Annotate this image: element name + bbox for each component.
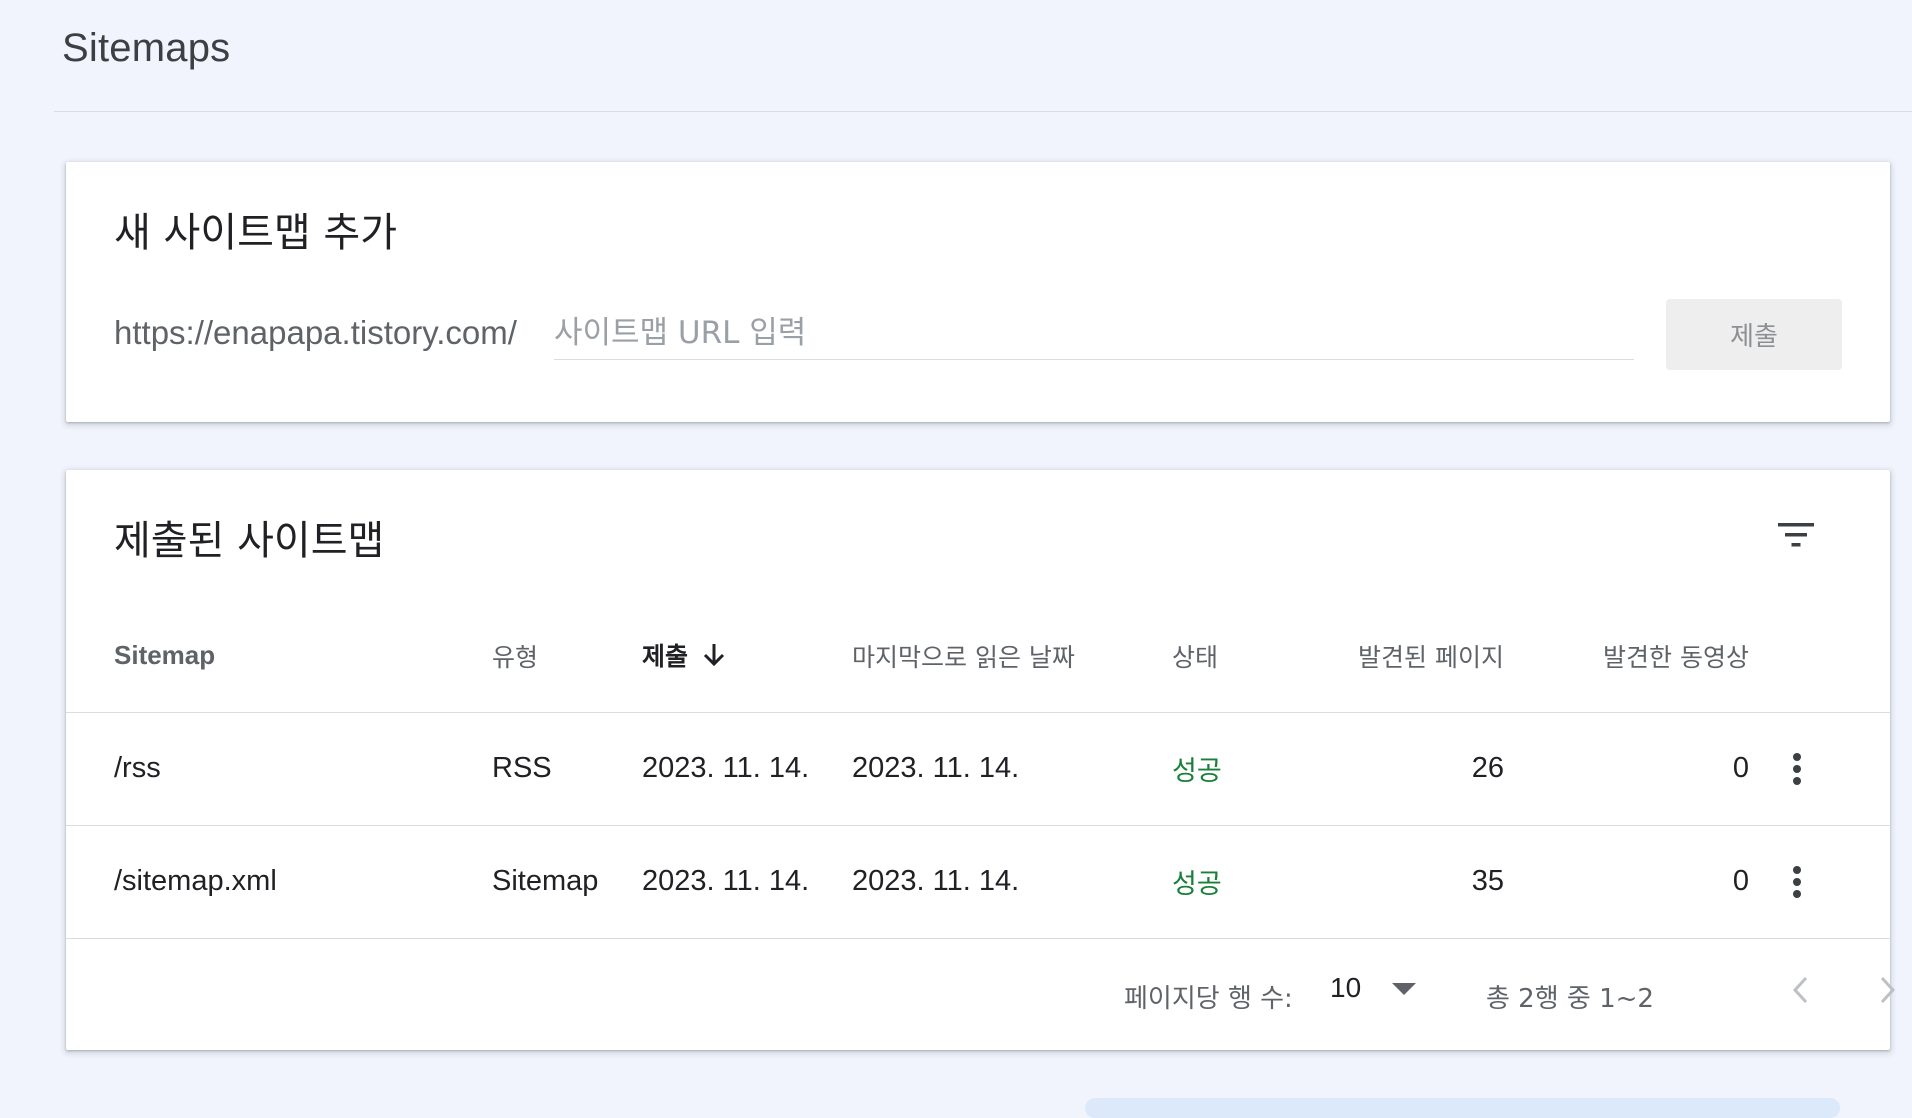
cell-sitemap: /rss — [66, 712, 492, 826]
url-prefix: https://enapapa.tistory.com/ — [114, 314, 517, 351]
submit-button[interactable]: 제출 — [1666, 299, 1842, 370]
filter-icon[interactable] — [1772, 515, 1820, 555]
cell-actions — [1749, 825, 1890, 939]
cell-status: 성공 — [1172, 712, 1352, 826]
submitted-sitemaps-card: 제출된 사이트맵 Sitemap 유형 제출 마지막으로 읽은 날짜 상태 발견… — [66, 470, 1896, 1050]
cell-last-read: 2023. 11. 14. — [852, 712, 1172, 826]
column-header-actions — [1749, 600, 1890, 713]
cell-submitted: 2023. 11. 14. — [642, 825, 852, 939]
cell-type: RSS — [492, 712, 642, 826]
add-sitemap-title: 새 사이트맵 추가 — [114, 210, 398, 256]
title-divider — [54, 111, 1912, 112]
column-header-type[interactable]: 유형 — [492, 600, 642, 713]
cell-actions — [1749, 712, 1890, 826]
submitted-sitemaps-title: 제출된 사이트맵 — [114, 518, 385, 564]
sitemaps-table: Sitemap 유형 제출 마지막으로 읽은 날짜 상태 발견된 페이지 발견한… — [66, 600, 1890, 939]
rows-per-page-label: 페이지당 행 수: — [1124, 984, 1293, 1014]
table-row[interactable]: /rss RSS 2023. 11. 14. 2023. 11. 14. 성공 … — [66, 712, 1890, 826]
add-sitemap-card: 새 사이트맵 추가 https://enapapa.tistory.com/ 제… — [66, 162, 1890, 422]
cell-status: 성공 — [1172, 825, 1352, 939]
column-header-status[interactable]: 상태 — [1172, 600, 1352, 713]
dropdown-arrow-icon — [1391, 973, 1417, 1003]
pagination-range: 총 2행 중 1~2 — [1486, 984, 1654, 1014]
cell-last-read: 2023. 11. 14. — [852, 825, 1172, 939]
column-header-videos[interactable]: 발견한 동영상 — [1504, 600, 1749, 713]
column-header-last-read[interactable]: 마지막으로 읽은 날짜 — [852, 600, 1172, 713]
chevron-left-icon[interactable] — [1776, 966, 1824, 1014]
table-pagination: 페이지당 행 수: 10 총 2행 중 1~2 — [66, 938, 1896, 1050]
column-header-pages[interactable]: 발견된 페이지 — [1352, 600, 1504, 713]
cell-pages: 35 — [1352, 825, 1504, 939]
rows-per-page-select[interactable]: 10 — [1330, 972, 1417, 1004]
cell-videos: 0 — [1504, 825, 1749, 939]
rows-per-page-value: 10 — [1330, 972, 1362, 1003]
bottom-banner — [1085, 1098, 1840, 1118]
cell-submitted: 2023. 11. 14. — [642, 712, 852, 826]
sitemap-url-input[interactable] — [554, 306, 1634, 360]
page-title: Sitemaps — [62, 26, 231, 70]
table-header-row: Sitemap 유형 제출 마지막으로 읽은 날짜 상태 발견된 페이지 발견한… — [66, 600, 1890, 713]
column-header-sitemap[interactable]: Sitemap — [66, 600, 492, 713]
cell-sitemap: /sitemap.xml — [66, 825, 492, 939]
more-vert-icon[interactable] — [1777, 862, 1817, 902]
table-row[interactable]: /sitemap.xml Sitemap 2023. 11. 14. 2023.… — [66, 825, 1890, 939]
cell-videos: 0 — [1504, 712, 1749, 826]
column-header-submitted[interactable]: 제출 — [642, 600, 852, 713]
arrow-down-icon — [702, 642, 726, 674]
chevron-right-icon[interactable] — [1864, 966, 1912, 1014]
more-vert-icon[interactable] — [1777, 749, 1817, 789]
cell-pages: 26 — [1352, 712, 1504, 826]
column-header-submitted-label: 제출 — [642, 642, 689, 672]
cell-type: Sitemap — [492, 825, 642, 939]
